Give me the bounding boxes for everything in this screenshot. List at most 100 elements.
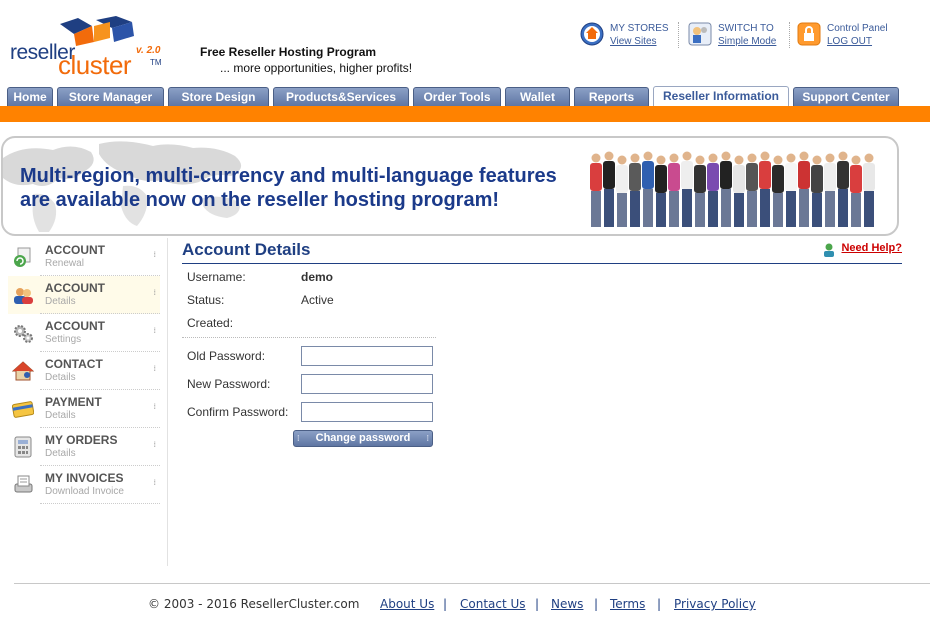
credit-card-icon (12, 401, 34, 418)
switch-to-label: SWITCH TO (718, 23, 774, 34)
sidebar-item-contact-details[interactable]: CONTACT Details ⁞ (8, 352, 160, 390)
tab-home[interactable]: Home (7, 87, 53, 106)
dotted-arrow-icon: ⁞ (153, 288, 156, 297)
copyright: © 2003 - 2016 ResellerCluster.com (148, 597, 360, 611)
form-divider (182, 337, 436, 338)
sidebar-item-account-renewal[interactable]: ACCOUNT Renewal ⁞ (8, 238, 160, 276)
news-link[interactable]: News (551, 597, 583, 611)
footer-divider (14, 583, 930, 584)
tab-reseller-information[interactable]: Reseller Information (653, 86, 789, 107)
status-value: Active (301, 293, 334, 307)
promo-banner[interactable]: Multi-region, multi-currency and multi-l… (1, 136, 899, 236)
logo-trademark: TM (150, 58, 162, 67)
my-stores-label: MY STORES (610, 23, 669, 34)
sidebar-divider (40, 503, 160, 504)
tab-support-center[interactable]: Support Center (793, 87, 899, 106)
sidebar-item-title: MY ORDERS (45, 433, 118, 447)
sidebar-item-account-settings[interactable]: ACCOUNT Settings ⁞ (8, 314, 160, 352)
sidebar-item-my-orders[interactable]: MY ORDERS Details ⁞ (8, 428, 160, 466)
dotted-arrow-icon: ⁞ (153, 478, 156, 487)
sidebar-item-payment-details[interactable]: PAYMENT Details ⁞ (8, 390, 160, 428)
house-contact-icon (12, 361, 34, 381)
sidebar-item-account-details[interactable]: ACCOUNT Details ⁞ (8, 276, 160, 314)
sidebar-item-title: CONTACT (45, 357, 103, 371)
dotted-arrow-icon: ⁞ (153, 250, 156, 259)
sidebar-item-subtitle: Details (45, 448, 76, 459)
old-password-input[interactable] (301, 346, 433, 366)
tab-reports[interactable]: Reports (574, 87, 649, 106)
dotted-arrow-icon: ⁞ (153, 326, 156, 335)
dotted-arrow-icon: ⁞ (153, 364, 156, 373)
banner-line-1: Multi-region, multi-currency and multi-l… (20, 165, 557, 187)
switch-mode-icon (688, 22, 712, 46)
view-sites-link[interactable]: View Sites (610, 36, 657, 47)
status-label: Status: (187, 293, 225, 307)
sidebar-item-subtitle: Download Invoice (45, 486, 124, 497)
tab-store-design[interactable]: Store Design (168, 87, 269, 106)
need-help-link[interactable]: Need Help? (824, 242, 902, 258)
logo-version: v. 2.0 (136, 45, 161, 56)
page-title: Account Details (182, 240, 311, 259)
sidebar: ACCOUNT Renewal ⁞ ACCOUNT Details ⁞ ACCO… (0, 238, 168, 566)
footer-separator: | (657, 597, 662, 611)
logout-link[interactable]: LOG OUT (827, 36, 872, 47)
sidebar-item-subtitle: Details (45, 410, 76, 421)
confirm-password-label: Confirm Password: (187, 405, 289, 419)
change-password-button[interactable]: ⁞ Change password ⁞ (293, 430, 433, 447)
sidebar-item-title: ACCOUNT (45, 243, 105, 257)
users-icon (14, 288, 33, 304)
sidebar-item-title: PAYMENT (45, 395, 102, 409)
tab-order-tools[interactable]: Order Tools (413, 87, 501, 106)
dotted-arrow-icon: ⁞ (153, 402, 156, 411)
logo[interactable]: reseller v. 2.0 cluster TM (8, 14, 168, 80)
simple-mode-link[interactable]: Simple Mode (718, 36, 776, 47)
lock-icon (797, 22, 821, 46)
title-divider (182, 263, 902, 264)
sidebar-item-subtitle: Settings (45, 334, 82, 345)
toplink-divider (789, 22, 790, 48)
gears-icon (14, 325, 33, 343)
sidebar-item-title: MY INVOICES (45, 471, 124, 485)
tab-underline-bar (0, 106, 930, 122)
tagline-title: Free Reseller Hosting Program (200, 45, 377, 59)
button-grip-left-icon: ⁞ (297, 434, 300, 443)
control-panel-label: Control Panel (827, 23, 888, 34)
toplink-divider (678, 22, 679, 48)
main-tabs: Home Store Manager Store Design Products… (0, 86, 930, 107)
footer-separator: | (594, 597, 599, 611)
old-password-label: Old Password: (187, 349, 266, 363)
banner-line-2: are available now on the reseller hostin… (20, 189, 500, 211)
username-label: Username: (187, 270, 246, 284)
renewal-icon (14, 247, 31, 267)
new-password-label: New Password: (187, 377, 271, 391)
terms-link[interactable]: Terms (610, 597, 645, 611)
tagline-subtitle: ... more opportunities, higher profits! (220, 61, 413, 75)
sidebar-item-my-invoices[interactable]: MY INVOICES Download Invoice ⁞ (8, 466, 160, 504)
username-value: demo (301, 270, 334, 284)
globe-home-icon (580, 22, 604, 46)
footer-separator: | (535, 597, 540, 611)
invoice-icon (14, 475, 33, 493)
created-label: Created: (187, 316, 234, 330)
privacy-policy-link[interactable]: Privacy Policy (674, 597, 756, 611)
footer-separator: | (443, 597, 448, 611)
tab-products-services[interactable]: Products&Services (273, 87, 409, 106)
sidebar-item-subtitle: Details (45, 296, 76, 307)
about-us-link[interactable]: About Us (380, 597, 434, 611)
sidebar-item-subtitle: Renewal (45, 258, 84, 269)
need-help-label: Need Help? (841, 242, 902, 254)
contact-us-link[interactable]: Contact Us (460, 597, 526, 611)
new-password-input[interactable] (301, 374, 433, 394)
people-group-image (590, 151, 875, 227)
footer: © 2003 - 2016 ResellerCluster.com About … (0, 597, 930, 613)
tab-store-manager[interactable]: Store Manager (57, 87, 164, 106)
sidebar-item-subtitle: Details (45, 372, 76, 383)
dotted-arrow-icon: ⁞ (153, 440, 156, 449)
calculator-icon (14, 436, 32, 458)
sidebar-item-title: ACCOUNT (45, 281, 105, 295)
help-person-icon (824, 243, 835, 257)
sidebar-item-title: ACCOUNT (45, 319, 105, 333)
logo-word-cluster: cluster (58, 50, 132, 80)
tab-wallet[interactable]: Wallet (505, 87, 570, 106)
confirm-password-input[interactable] (301, 402, 433, 422)
